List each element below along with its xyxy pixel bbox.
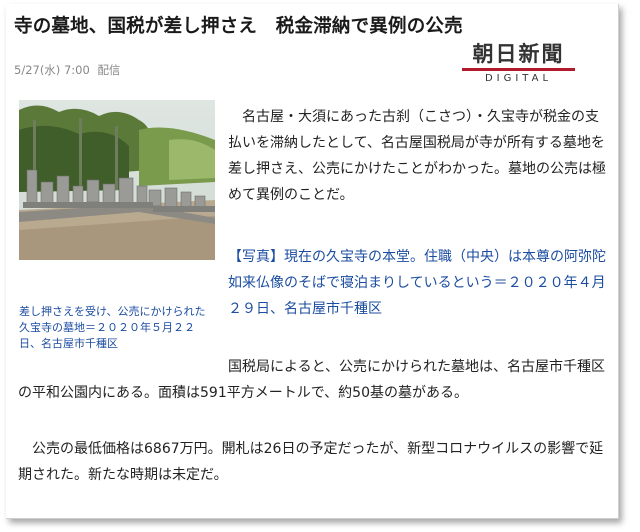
article-figure: 差し押さえを受け、公売にかけられた久宝寺の墓地＝２０２０年５月２２日、名古屋市千…	[19, 100, 215, 352]
article-paragraph-3: 公売の最低価格は6867万円。開札は26日の予定だったが、新型コロナウイルスの影…	[18, 441, 604, 483]
article-meta: 5/27(水) 7:00 配信	[14, 62, 124, 78]
meta-label: 配信	[97, 63, 121, 77]
cemetery-photo[interactable]	[19, 100, 215, 260]
article-headline[interactable]: 寺の墓地、国税が差し押さえ 税金滞納で異例の公売	[14, 12, 610, 38]
article-paragraph-2: 国税局によると、公売にかけられた墓地は、名古屋市千種区の平和公園内にある。面積は…	[18, 359, 606, 401]
logo-sub-text: DIGITAL	[484, 73, 553, 84]
logo-main-text: 朝日新聞	[472, 41, 565, 66]
publish-date: 5/27(水) 7:00	[14, 63, 90, 77]
logo-rule	[462, 68, 575, 71]
paragraph-1-text: 名古屋・大須にあった古刹（こさつ）・久宝寺が税金の支払いを滞納したとして、名古屋…	[228, 109, 606, 203]
photo-caption[interactable]: 差し押さえを受け、公売にかけられた久宝寺の墓地＝２０２０年５月２２日、名古屋市千…	[19, 304, 215, 352]
article-page: 寺の墓地、国税が差し押さえ 税金滞納で異例の公売 5/27(水) 7:00 配信…	[6, 4, 619, 519]
source-logo[interactable]: 朝日新聞 DIGITAL	[456, 42, 581, 92]
photo-link[interactable]: 【写真】現在の久宝寺の本堂。住職（中央）は本尊の阿弥陀如来仏像のそばで寝泊まりし…	[228, 244, 612, 322]
cemetery-photo-icon	[19, 100, 215, 260]
article-paragraph-1: 名古屋・大須にあった古刹（こさつ）・久宝寺が税金の支払いを滞納したとして、名古屋…	[228, 104, 612, 208]
